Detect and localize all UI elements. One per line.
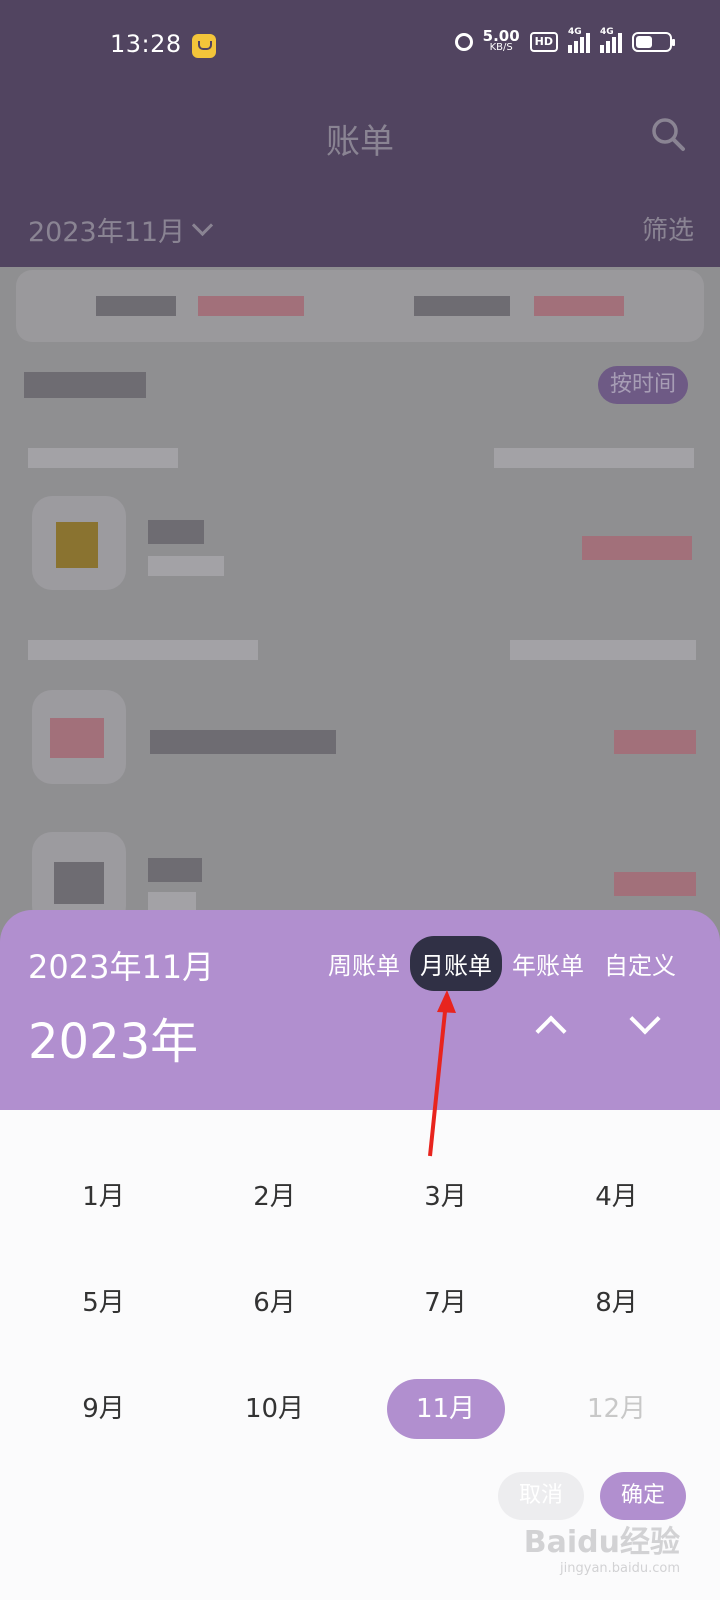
month-selector[interactable]: 2023年11月 <box>28 210 214 249</box>
blurred-date <box>28 448 178 468</box>
status-time: 13:28 <box>110 30 182 58</box>
blurred-amount <box>198 296 304 316</box>
blurred-icon <box>56 522 98 568</box>
tab-custom[interactable]: 自定义 <box>594 936 686 991</box>
blurred-heading <box>24 372 146 398</box>
blurred-icon <box>50 718 104 758</box>
month-label: 10月 <box>244 1394 305 1424</box>
month-label: 3月 <box>424 1182 467 1212</box>
confirm-button[interactable]: 确定 <box>600 1472 686 1520</box>
month-option[interactable]: 5月 <box>18 1250 189 1356</box>
month-label: 6月 <box>253 1288 296 1318</box>
blurred-text <box>148 520 204 544</box>
month-label: 1月 <box>82 1182 125 1212</box>
bill-type-tabs: 周账单 月账单 年账单 自定义 <box>318 936 686 991</box>
blurred-summary <box>494 448 694 468</box>
network-speed: 5.00 KB/S <box>482 27 520 54</box>
tab-weekly[interactable]: 周账单 <box>318 936 410 991</box>
chevron-up-icon[interactable] <box>535 1015 567 1047</box>
network-label-2: 4G <box>600 27 614 37</box>
month-grid: 1月 2月 3月 4月 5月 6月 7月 8月 9月 10月 11月 12月 <box>18 1144 702 1462</box>
page-title: 账单 <box>326 122 394 162</box>
month-label: 4月 <box>595 1182 638 1212</box>
watermark-brand: Baidu经验 <box>523 1525 680 1560</box>
chevron-down-icon[interactable] <box>629 1003 661 1035</box>
month-selector-label: 2023年11月 <box>28 217 186 248</box>
blurred-text <box>148 556 224 576</box>
selected-period: 2023年11月 <box>28 948 215 986</box>
blurred-amount <box>614 730 696 754</box>
month-label: 12月 <box>586 1394 647 1424</box>
speed-unit: KB/S <box>489 42 513 53</box>
battery-icon <box>632 32 675 52</box>
month-option-disabled: 12月 <box>531 1356 702 1462</box>
watermark-url: jingyan.baidu.com <box>560 1561 680 1576</box>
tab-monthly[interactable]: 月账单 <box>410 936 502 991</box>
blurred-text <box>150 730 336 754</box>
month-option[interactable]: 3月 <box>360 1144 531 1250</box>
hd-icon: HD <box>529 32 558 52</box>
month-label: 7月 <box>424 1288 467 1318</box>
month-option[interactable]: 1月 <box>18 1144 189 1250</box>
month-label: 11月 <box>386 1379 505 1439</box>
cancel-button[interactable]: 取消 <box>498 1472 584 1520</box>
blurred-amount <box>534 296 624 316</box>
signal-icon-2: 4G <box>600 27 622 53</box>
blurred-summary <box>510 640 696 660</box>
tab-yearly[interactable]: 年账单 <box>502 936 594 991</box>
month-label: 5月 <box>82 1288 125 1318</box>
app-header: 账单 2023年11月 筛选 <box>0 92 720 267</box>
alarm-icon <box>454 33 473 51</box>
signal-icon: 4G <box>568 27 590 53</box>
blurred-text <box>148 892 196 910</box>
month-option[interactable]: 9月 <box>18 1356 189 1462</box>
network-label: 4G <box>568 27 582 37</box>
month-label: 8月 <box>595 1288 638 1318</box>
blurred-text <box>148 858 202 882</box>
month-option[interactable]: 6月 <box>189 1250 360 1356</box>
blurred-icon <box>54 862 104 904</box>
month-option[interactable]: 4月 <box>531 1144 702 1250</box>
month-option[interactable]: 10月 <box>189 1356 360 1462</box>
month-option-selected[interactable]: 11月 <box>360 1356 531 1462</box>
current-year: 2023年 <box>28 1014 199 1070</box>
app-notification-icon <box>192 34 216 58</box>
month-option[interactable]: 8月 <box>531 1250 702 1356</box>
month-option[interactable]: 2月 <box>189 1144 360 1250</box>
watermark-logo: Baidu经验 jingyan.baidu.com <box>524 1517 680 1576</box>
month-label: 2月 <box>253 1182 296 1212</box>
speed-value: 5.00 <box>482 27 520 45</box>
sort-button[interactable]: 按时间 <box>598 366 688 404</box>
filter-button[interactable]: 筛选 <box>642 210 694 247</box>
blurred-text <box>96 296 176 316</box>
date-picker-header: 2023年11月 2023年 周账单 月账单 年账单 自定义 <box>0 910 720 1110</box>
status-bar: 13:28 5.00 KB/S HD 4G 4G <box>0 0 720 92</box>
search-icon[interactable] <box>650 116 686 152</box>
blurred-text <box>414 296 510 316</box>
month-label: 9月 <box>82 1394 125 1424</box>
blurred-date <box>28 640 258 660</box>
month-option[interactable]: 7月 <box>360 1250 531 1356</box>
status-icons: 5.00 KB/S HD 4G 4G <box>454 27 675 54</box>
blurred-amount <box>614 872 696 896</box>
blurred-amount <box>582 536 692 560</box>
chevron-down-icon <box>191 214 214 237</box>
